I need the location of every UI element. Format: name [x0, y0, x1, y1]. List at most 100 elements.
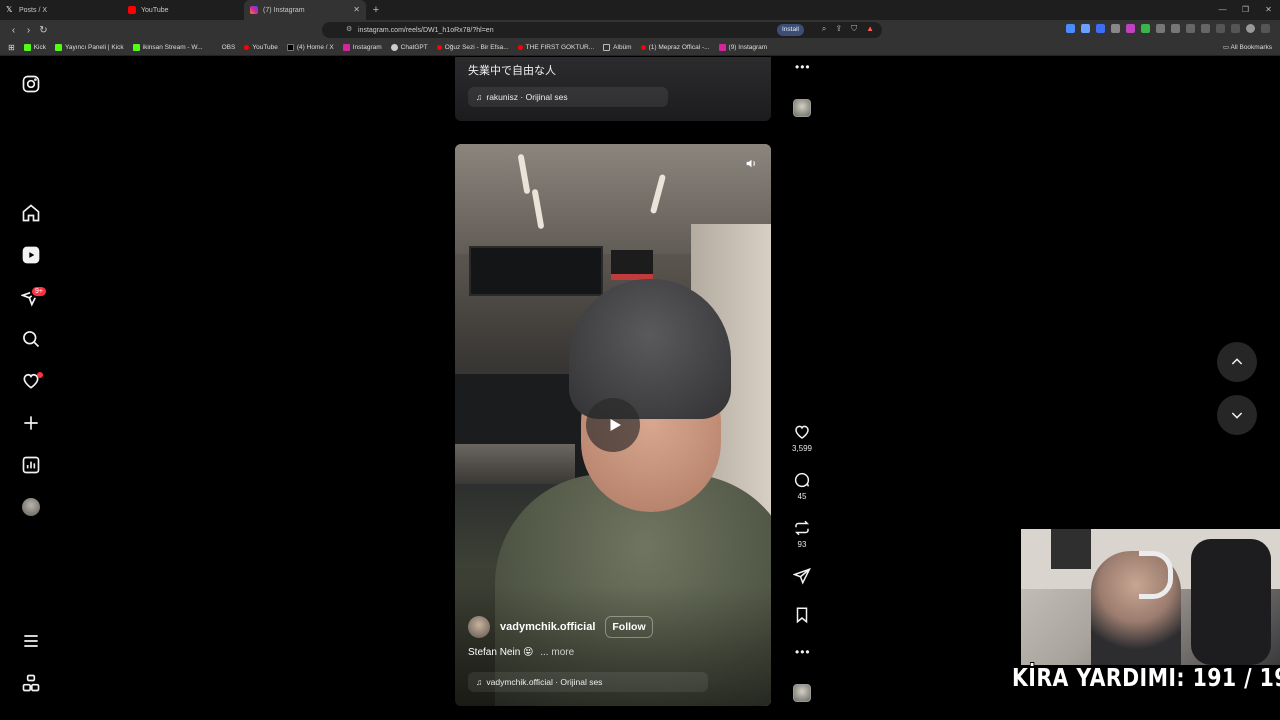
search-icon[interactable] — [20, 328, 42, 350]
bookmark-item[interactable]: ChatGPT — [390, 44, 428, 51]
audio-thumbnail[interactable] — [793, 99, 811, 117]
save-button[interactable] — [787, 606, 817, 624]
like-button[interactable]: 3,599 — [787, 423, 817, 453]
bookmark-folder[interactable]: Albüm — [603, 44, 632, 51]
author-avatar[interactable] — [468, 616, 490, 638]
extension-icon[interactable] — [1111, 24, 1120, 33]
forward-icon[interactable]: › — [21, 25, 36, 36]
new-tab-button[interactable]: + — [366, 4, 386, 16]
browser-tab-bar: 𝕏 Posts / X YouTube (7) Instagram ✕ + — … — [0, 0, 1280, 20]
bookmark-item[interactable]: Instagram — [342, 44, 382, 51]
send-icon — [793, 567, 811, 585]
tab-title: YouTube — [141, 6, 169, 14]
home-icon[interactable] — [20, 202, 42, 224]
reel-audio[interactable]: ♫ vadymchik.official · Orijinal ses — [468, 672, 708, 692]
video-frame-sign — [611, 250, 653, 280]
comment-count: 45 — [797, 492, 807, 501]
previous-reel[interactable]: 失業中で自由な人 ♫ rakunisz · Orijinal ses — [455, 57, 771, 121]
url-text: instagram.com/reels/DW1_h1oRx78/?hl=en — [358, 26, 494, 34]
bookmark-item[interactable]: THE FIRST GOKTUR... — [517, 44, 594, 51]
extension-icon[interactable] — [1141, 24, 1150, 33]
dashboard-icon[interactable] — [20, 454, 42, 476]
address-bar[interactable]: ⚙ instagram.com/reels/DW1_h1oRx78/?hl=en… — [322, 22, 882, 38]
tab-title: (7) Instagram — [263, 6, 305, 14]
extension-icon[interactable] — [1186, 24, 1195, 33]
bookmark-item[interactable]: (9) Instagram — [718, 44, 767, 51]
bookmark-icon — [796, 607, 808, 624]
next-reel-button[interactable] — [1217, 395, 1257, 435]
zoom-icon[interactable]: ⌕ — [822, 24, 826, 34]
extension-icons — [1066, 24, 1270, 33]
menu-icon[interactable] — [20, 630, 42, 652]
extension-icon[interactable] — [1126, 24, 1135, 33]
notification-badge: 9+ — [30, 285, 48, 298]
repost-button[interactable]: 93 — [787, 519, 817, 549]
tab-youtube[interactable]: YouTube — [122, 0, 244, 20]
bookmark-item[interactable]: (1) Mepraz Offical -... — [640, 44, 710, 51]
like-count: 3,599 — [791, 444, 813, 453]
warning-icon[interactable]: ▲ — [866, 24, 874, 34]
reel-author: vadymchik.official Follow — [468, 616, 653, 638]
bookmark-favicon-icon — [436, 45, 442, 50]
author-username[interactable]: vadymchik.official — [500, 621, 595, 633]
bookmark-item[interactable]: OBS — [211, 44, 235, 51]
restore-icon[interactable]: ❐ — [1234, 0, 1257, 20]
create-icon[interactable] — [20, 412, 42, 434]
tab-instagram[interactable]: (7) Instagram ✕ — [244, 0, 366, 20]
install-app-button[interactable]: Install — [777, 24, 804, 36]
bookmark-item[interactable]: ikinsan Stream - W... — [132, 44, 203, 51]
tab-x[interactable]: 𝕏 Posts / X — [0, 0, 122, 20]
bookmark-item[interactable]: Yayıncı Paneli | Kick — [54, 44, 124, 51]
more-apps-icon[interactable] — [20, 672, 42, 694]
profile-avatar[interactable] — [22, 498, 40, 516]
close-window-icon[interactable]: ✕ — [1257, 0, 1280, 20]
sidepanel-icon[interactable] — [1231, 24, 1240, 33]
bookmark-item[interactable]: YouTube — [244, 44, 278, 51]
menu-icon[interactable] — [1261, 24, 1270, 33]
bookmark-favicon-icon — [286, 44, 294, 51]
all-bookmarks-button[interactable]: ▭ All Bookmarks — [1223, 43, 1272, 51]
more-options-icon[interactable]: ••• — [795, 60, 811, 74]
apps-icon[interactable]: ⊞ — [8, 43, 15, 52]
previous-reel-button[interactable] — [1217, 342, 1257, 382]
folder-icon — [603, 44, 611, 51]
reel-audio[interactable]: ♫ rakunisz · Orijinal ses — [468, 87, 668, 107]
play-icon — [610, 419, 621, 431]
mute-toggle-icon[interactable] — [739, 153, 763, 173]
more-link[interactable]: ... more — [540, 647, 574, 658]
back-icon[interactable]: ‹ — [6, 25, 21, 36]
comment-icon — [794, 472, 810, 488]
reel-video[interactable]: vadymchik.official Follow Stefan Nein 😝 … — [455, 144, 771, 706]
bookmark-item[interactable]: Kick — [23, 44, 46, 51]
comment-button[interactable]: 45 — [787, 471, 817, 501]
share-icon[interactable]: ⇪ — [835, 24, 842, 34]
reload-icon[interactable]: ↻ — [36, 25, 51, 36]
extension-icon[interactable] — [1066, 24, 1075, 33]
extension-icon[interactable] — [1096, 24, 1105, 33]
bookmark-favicon-icon — [640, 45, 646, 50]
share-button[interactable] — [787, 567, 817, 585]
bookmark-item[interactable]: (4) Home / X — [286, 44, 334, 51]
donation-goal-text: KİRA YARDIMI: 191 / 195 — [1012, 663, 1280, 692]
profile-icon[interactable] — [1246, 24, 1255, 33]
instagram-logo-icon[interactable] — [20, 73, 42, 95]
extension-icon[interactable] — [1081, 24, 1090, 33]
extension-icon[interactable] — [1171, 24, 1180, 33]
close-tab-icon[interactable]: ✕ — [353, 5, 360, 14]
repost-count: 93 — [797, 540, 807, 549]
bookmark-favicon-icon — [211, 44, 219, 51]
play-button[interactable] — [586, 398, 640, 452]
more-options-icon[interactable]: ••• — [795, 645, 811, 659]
bookmark-item[interactable]: Oğuz Sezi - Bir Efsa... — [436, 44, 509, 51]
extension-icon[interactable] — [1201, 24, 1210, 33]
bookmark-favicon-icon — [342, 44, 350, 51]
follow-button[interactable]: Follow — [605, 616, 653, 638]
site-info-icon[interactable]: ⚙ — [346, 25, 352, 33]
shield-icon[interactable]: ⛉ — [851, 24, 857, 34]
extension-icon[interactable] — [1156, 24, 1165, 33]
webcam-chair — [1191, 539, 1271, 665]
minimize-icon[interactable]: — — [1211, 0, 1234, 20]
audio-thumbnail[interactable] — [793, 684, 811, 702]
media-icon[interactable] — [1216, 24, 1225, 33]
reels-icon[interactable] — [20, 244, 42, 266]
